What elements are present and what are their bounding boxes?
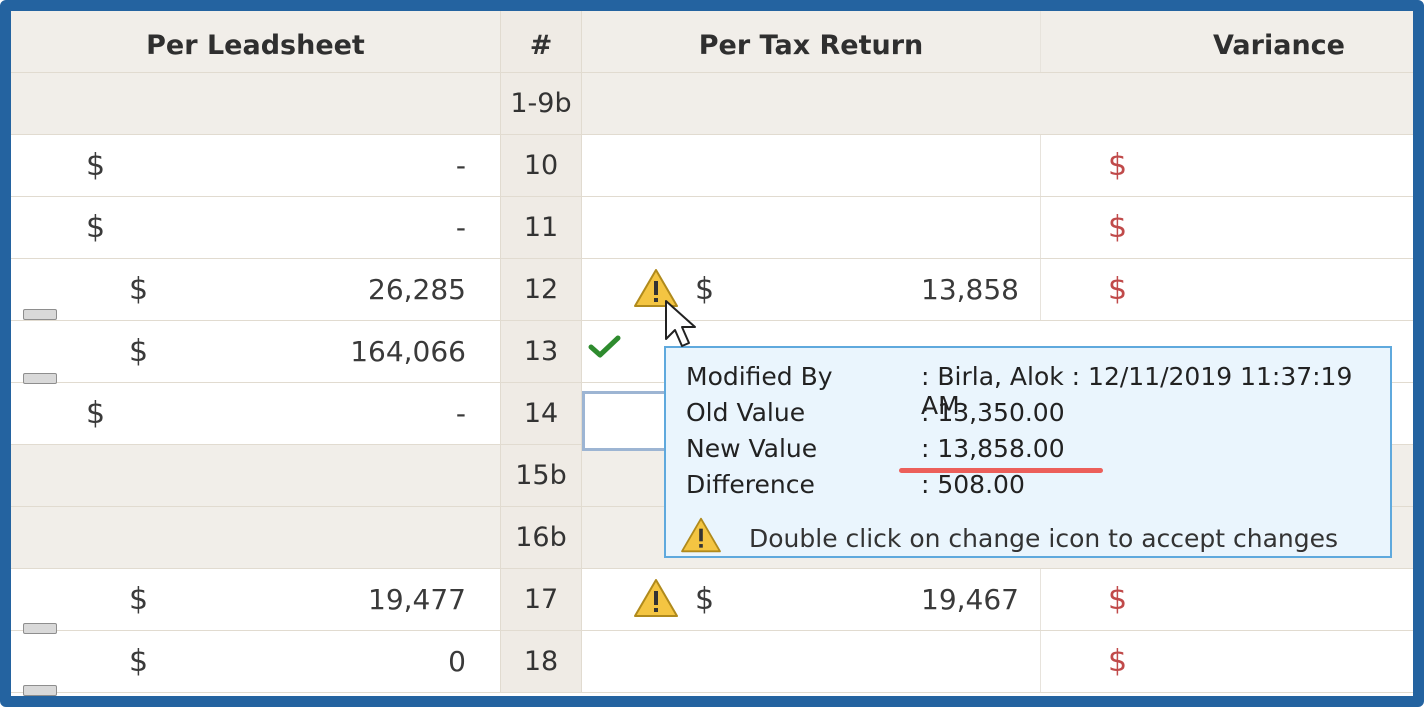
leadsheet-value[interactable]: 0 bbox=[311, 631, 466, 693]
leadsheet-dollar-sign: $ bbox=[86, 148, 106, 183]
header-row: Per Leadsheet # Per Tax Return Variance bbox=[11, 11, 1413, 73]
row-number: 18 bbox=[500, 631, 582, 692]
checkmark-icon bbox=[588, 335, 621, 358]
tooltip-message: Double click on change icon to accept ch… bbox=[749, 524, 1339, 553]
leadsheet-value[interactable]: - bbox=[311, 197, 466, 259]
leadsheet-dollar-sign: $ bbox=[129, 334, 149, 369]
warning-triangle-icon[interactable] bbox=[633, 577, 679, 619]
row-number: 10 bbox=[500, 135, 582, 196]
tax-dollar-sign: $ bbox=[695, 582, 715, 617]
difference-value: : 508.00 bbox=[921, 470, 1025, 499]
change-tooltip: Modified By : Birla, Alok : 12/11/2019 1… bbox=[664, 346, 1392, 558]
row-number: 1-9b bbox=[500, 73, 582, 134]
leadsheet-value[interactable]: - bbox=[311, 135, 466, 197]
variance-dollar-sign: $ bbox=[1108, 272, 1128, 307]
new-value: : 13,858.00 bbox=[921, 434, 1065, 463]
header-per-leadsheet[interactable]: Per Leadsheet bbox=[11, 11, 500, 73]
reconciliation-grid: Per Leadsheet # Per Tax Return Variance … bbox=[11, 11, 1413, 696]
header-per-tax-return[interactable]: Per Tax Return bbox=[582, 11, 1040, 73]
table-row[interactable]: $ 0 18 $ bbox=[11, 631, 1413, 696]
row-number: 14 bbox=[500, 383, 582, 444]
column-divider bbox=[1040, 197, 1041, 258]
tax-value[interactable]: 13,858 bbox=[841, 259, 1019, 321]
row-number: 11 bbox=[500, 197, 582, 258]
leadsheet-dollar-sign: $ bbox=[129, 644, 149, 679]
collapse-toggle-icon[interactable] bbox=[23, 309, 57, 320]
row-number: 12 bbox=[500, 259, 582, 320]
leadsheet-value[interactable]: - bbox=[311, 383, 466, 445]
table-row[interactable]: $ 19,477 17 $ 19,467 $ bbox=[11, 569, 1413, 634]
row-number: 16b bbox=[500, 507, 582, 568]
row-number: 13 bbox=[500, 321, 582, 382]
row-number: 17 bbox=[500, 569, 582, 630]
variance-dollar-sign: $ bbox=[1108, 148, 1128, 183]
table-row[interactable]: $ - 11 $ bbox=[11, 197, 1413, 259]
mouse-pointer-icon bbox=[665, 300, 696, 347]
modified-by-label: Modified By bbox=[686, 362, 833, 391]
variance-dollar-sign: $ bbox=[1108, 210, 1128, 245]
tax-value[interactable]: 19,467 bbox=[841, 569, 1019, 631]
leadsheet-value[interactable]: 164,066 bbox=[311, 321, 466, 383]
leadsheet-value[interactable]: 19,477 bbox=[311, 569, 466, 631]
leadsheet-value[interactable]: 26,285 bbox=[311, 259, 466, 321]
column-divider bbox=[1040, 569, 1041, 630]
variance-dollar-sign: $ bbox=[1108, 644, 1128, 679]
column-divider bbox=[1040, 631, 1041, 692]
warning-triangle-icon bbox=[681, 517, 721, 553]
header-num[interactable]: # bbox=[500, 11, 582, 72]
difference-label: Difference bbox=[686, 470, 815, 499]
row-number: 15b bbox=[500, 445, 582, 506]
table-row[interactable]: $ - 10 $ bbox=[11, 135, 1413, 197]
new-value-label: New Value bbox=[686, 434, 818, 463]
old-value: : 13,350.00 bbox=[921, 398, 1065, 427]
app-frame: Per Leadsheet # Per Tax Return Variance … bbox=[0, 0, 1424, 707]
table-row[interactable]: 1-9b bbox=[11, 73, 1413, 135]
leadsheet-dollar-sign: $ bbox=[129, 582, 149, 617]
collapse-toggle-icon[interactable] bbox=[23, 685, 57, 696]
table-row[interactable]: $ 26,285 12 $ 13,858 $ bbox=[11, 259, 1413, 321]
leadsheet-dollar-sign: $ bbox=[129, 272, 149, 307]
old-value-label: Old Value bbox=[686, 398, 806, 427]
variance-dollar-sign: $ bbox=[1108, 582, 1128, 617]
column-divider bbox=[1040, 259, 1041, 320]
leadsheet-dollar-sign: $ bbox=[86, 396, 106, 431]
leadsheet-dollar-sign: $ bbox=[86, 210, 106, 245]
header-variance[interactable]: Variance bbox=[1040, 11, 1413, 73]
column-divider bbox=[1040, 135, 1041, 196]
